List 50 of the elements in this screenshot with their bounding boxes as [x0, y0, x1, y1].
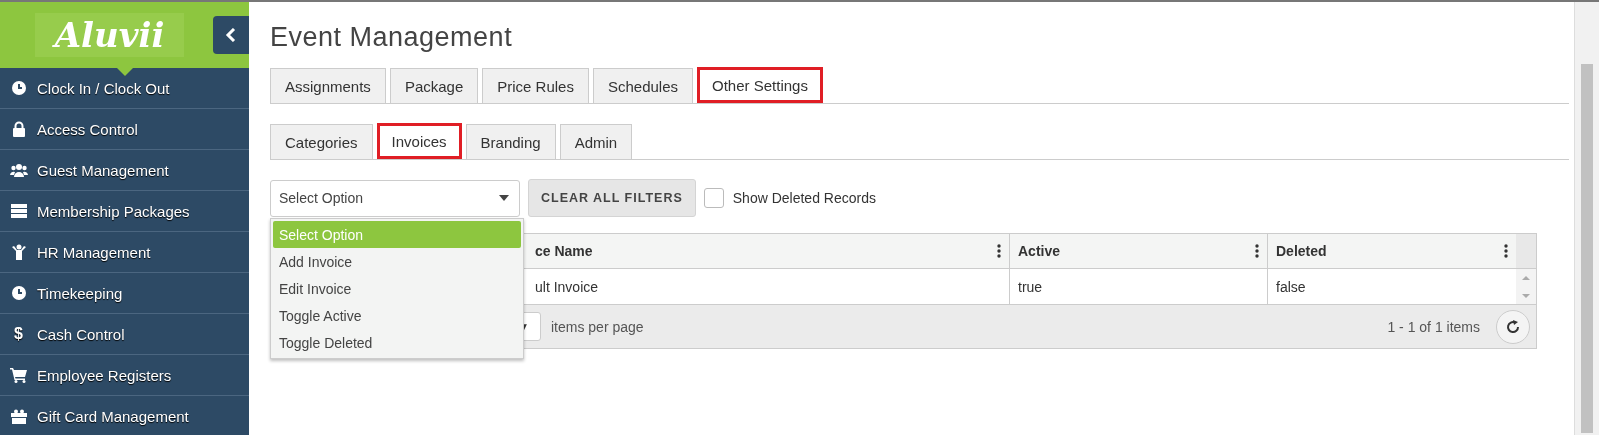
- logo: Aluvii: [34, 13, 185, 57]
- tab[interactable]: Other Settings: [697, 67, 823, 103]
- users-icon: [9, 163, 28, 177]
- column-header[interactable]: Active: [1010, 234, 1268, 268]
- sidebar-item[interactable]: Employee Registers: [0, 355, 249, 396]
- tab[interactable]: Invoices: [376, 123, 462, 159]
- sidebar-item[interactable]: Gift Card Management: [0, 396, 249, 435]
- page-size-label: items per page: [551, 318, 644, 335]
- refresh-icon: [1505, 318, 1521, 335]
- sidebar-item[interactable]: Timekeeping: [0, 273, 249, 314]
- sidebar-item[interactable]: $ Cash Control: [0, 314, 249, 355]
- column-header[interactable]: Deleted: [1268, 234, 1516, 268]
- lock-icon: [11, 121, 26, 137]
- person-icon: [11, 244, 26, 260]
- sidebar-item[interactable]: Access Control: [0, 109, 249, 150]
- tab[interactable]: Categories: [270, 124, 373, 159]
- tab[interactable]: Package: [389, 68, 479, 103]
- action-select[interactable]: Select Option: [270, 179, 520, 217]
- clock-icon: [10, 285, 27, 301]
- sidebar-item[interactable]: Guest Management: [0, 150, 249, 191]
- caret-icon: [499, 195, 509, 201]
- dropdown-option[interactable]: Toggle Deleted: [273, 329, 521, 356]
- tab[interactable]: Price Rules: [482, 68, 589, 103]
- tab[interactable]: Schedules: [592, 68, 693, 103]
- card-icon: [10, 204, 27, 218]
- column-menu-icon[interactable]: [997, 244, 1001, 258]
- dollar-icon: $: [14, 325, 23, 343]
- checkbox-label: Show Deleted Records: [732, 190, 876, 206]
- dropdown-option[interactable]: Toggle Active: [273, 302, 521, 329]
- gift-icon: [10, 408, 27, 424]
- dropdown-option[interactable]: Edit Invoice: [273, 275, 521, 302]
- clock-icon: [10, 80, 27, 96]
- sidebar-item[interactable]: HR Management: [0, 232, 249, 273]
- checkbox[interactable]: [703, 188, 724, 208]
- sidebar-item[interactable]: Membership Packages: [0, 191, 249, 232]
- tab[interactable]: Branding: [465, 124, 556, 159]
- scrollbar[interactable]: [1574, 2, 1599, 435]
- refresh-button[interactable]: [1496, 309, 1530, 344]
- pager-summary: 1 - 1 of 1 items: [1387, 318, 1480, 335]
- table-cell-text: false: [1275, 277, 1307, 297]
- column-menu-icon[interactable]: [1504, 244, 1508, 258]
- column-menu-icon[interactable]: [1255, 244, 1259, 258]
- clear-filters-button[interactable]: CLEAR ALL FILTERS: [528, 179, 696, 217]
- chevron-left-icon: [225, 28, 237, 42]
- collapse-button[interactable]: [213, 16, 249, 54]
- page-title: Event Management: [270, 22, 514, 53]
- tab[interactable]: Admin: [559, 124, 633, 159]
- cart-icon: [10, 367, 27, 383]
- tab[interactable]: Assignments: [270, 68, 386, 103]
- sidebar-item[interactable]: Clock In / Clock Out: [0, 68, 249, 109]
